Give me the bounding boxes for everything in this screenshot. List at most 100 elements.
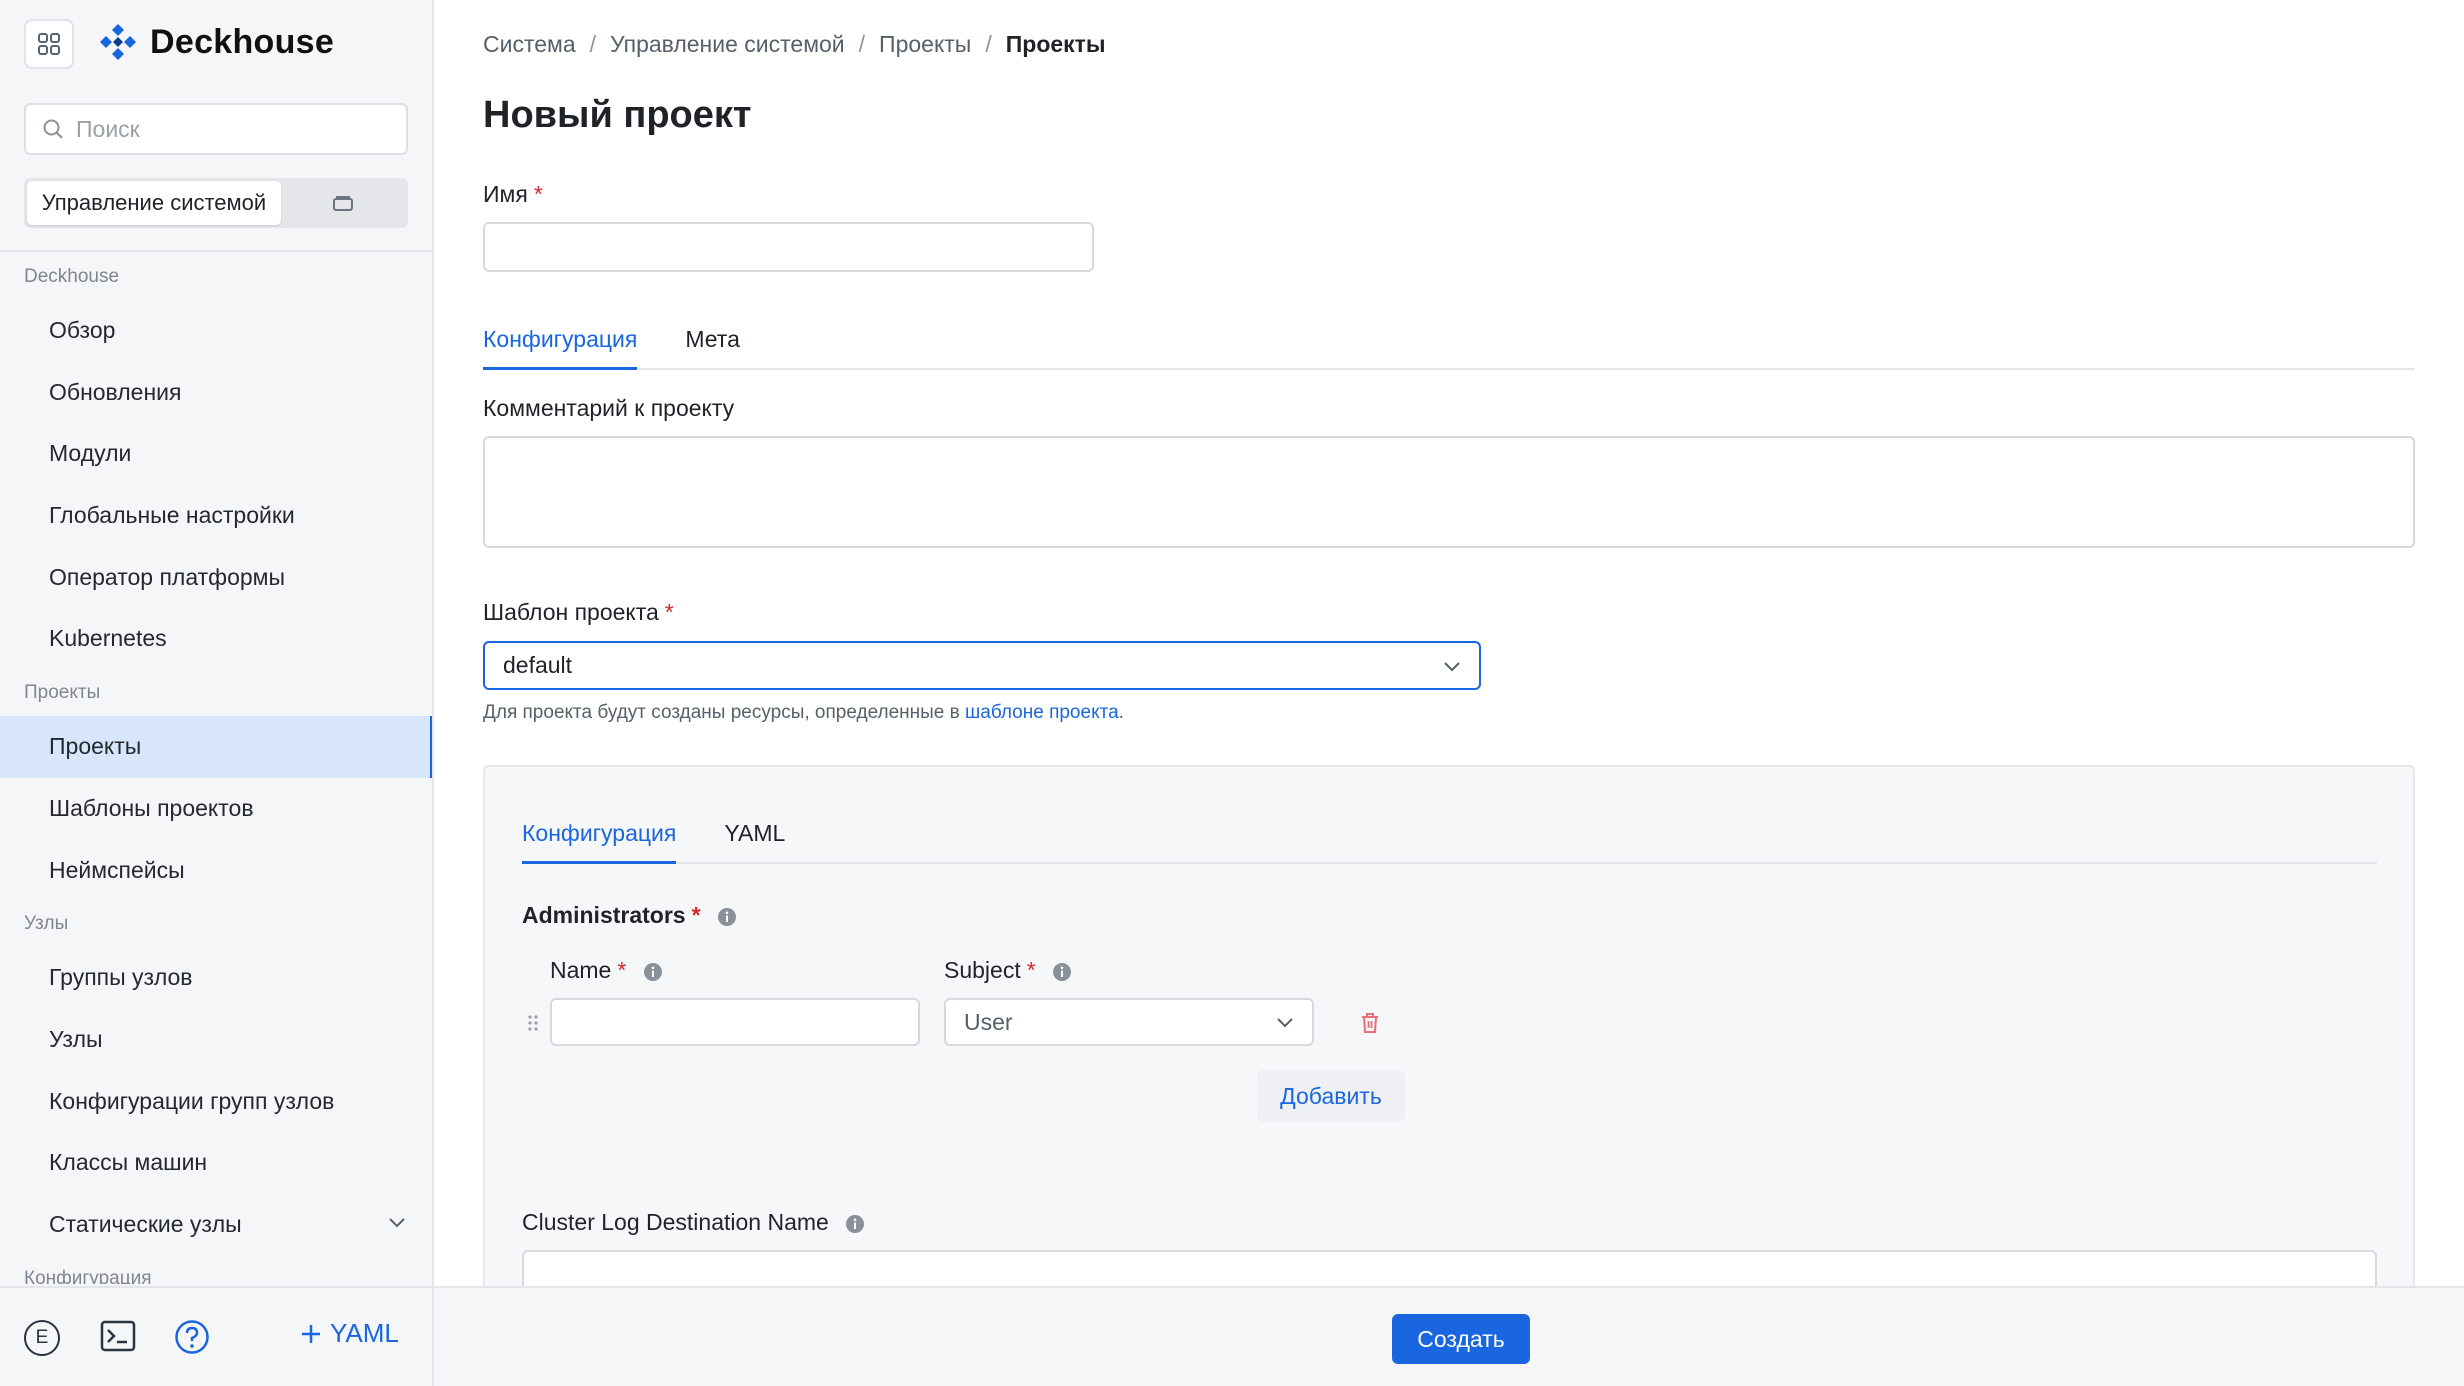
- sidebar-header: Deckhouse Управление системой: [0, 0, 432, 252]
- admin-name-label: Name *: [550, 957, 663, 984]
- breadcrumb-system[interactable]: Система: [483, 31, 576, 58]
- breadcrumb-system-management[interactable]: Управление системой: [610, 31, 845, 58]
- sidebar-item-overview[interactable]: Обзор: [0, 300, 432, 362]
- form-footer: Создать: [434, 1286, 2464, 1386]
- add-yaml-button[interactable]: YAML: [300, 1318, 399, 1349]
- trash-icon[interactable]: [1360, 1012, 1380, 1034]
- sidebar-item-modules[interactable]: Модули: [0, 423, 432, 485]
- sidebar-item-nodes[interactable]: Узлы: [0, 1009, 432, 1071]
- breadcrumb-separator: /: [985, 31, 992, 57]
- grid-icon: [38, 33, 60, 55]
- tab-configuration[interactable]: Конфигурация: [483, 326, 638, 370]
- help-button[interactable]: [174, 1319, 210, 1360]
- template-hint-text: Для проекта будут созданы ресурсы, опред…: [483, 702, 966, 723]
- template-label-text: Шаблон проекта: [483, 599, 659, 625]
- sidebar-item-static-nodes-label: Статические узлы: [49, 1210, 242, 1237]
- nav-section-deckhouse: Deckhouse: [24, 266, 120, 287]
- app-root: Deckhouse Управление системой: [0, 0, 2464, 1386]
- info-icon[interactable]: [717, 907, 737, 927]
- question-icon: [175, 1320, 209, 1354]
- deckhouse-logo-icon: [100, 24, 136, 60]
- breadcrumb-projects[interactable]: Проекты: [879, 31, 971, 58]
- administrators-label: Administrators *: [522, 902, 737, 929]
- chevron-down-icon: [1277, 1018, 1293, 1028]
- name-label: Имя *: [483, 181, 543, 208]
- inner-tab-yaml[interactable]: YAML: [724, 820, 785, 862]
- sidebar-item-global-settings[interactable]: Глобальные настройки: [0, 485, 432, 547]
- template-select-value: default: [503, 652, 573, 678]
- breadcrumb: Система / Управление системой / Проекты …: [483, 31, 1106, 58]
- required-mark: *: [691, 902, 701, 928]
- sidebar-item-projects[interactable]: Проекты: [0, 716, 432, 778]
- folder-icon: [333, 196, 353, 211]
- terminal-button[interactable]: [100, 1320, 136, 1357]
- inner-tab-configuration[interactable]: Конфигурация: [522, 820, 677, 864]
- mode-projects[interactable]: [281, 181, 405, 225]
- app-name: Deckhouse: [150, 22, 335, 61]
- apps-grid-button[interactable]: [24, 19, 74, 69]
- admin-subject-value: User: [964, 1008, 1013, 1035]
- cluster-log-label: Cluster Log Destination Name: [522, 1209, 865, 1236]
- cluster-log-input[interactable]: [522, 1250, 2377, 1286]
- sidebar-item-platform-operator[interactable]: Оператор платформы: [0, 547, 432, 609]
- sidebar-item-updates[interactable]: Обновления: [0, 362, 432, 424]
- required-mark: *: [664, 599, 674, 625]
- admin-subject-label: Subject *: [944, 957, 1072, 984]
- sidebar-item-namespaces[interactable]: Неймспейсы: [0, 840, 432, 902]
- name-field[interactable]: [483, 222, 1094, 272]
- nav-section-projects: Проекты: [24, 682, 101, 704]
- info-icon[interactable]: [1052, 962, 1072, 982]
- sidebar-nav: Deckhouse Обзор Обновления Модули Глобал…: [0, 254, 432, 1284]
- drag-handle-icon[interactable]: [527, 1014, 539, 1032]
- terminal-icon: [100, 1320, 136, 1352]
- info-icon[interactable]: [845, 1214, 865, 1234]
- sidebar-item-static-nodes[interactable]: Статические узлы: [0, 1194, 432, 1256]
- template-hint-end: .: [1118, 702, 1124, 723]
- chevron-down-icon: [1444, 661, 1460, 671]
- search-icon: [43, 119, 63, 139]
- required-mark: *: [533, 181, 543, 207]
- nav-section-configuration: Конфигурация: [24, 1267, 152, 1284]
- required-mark: *: [617, 957, 627, 983]
- breadcrumb-separator: /: [589, 31, 597, 57]
- breadcrumb-separator: /: [858, 31, 866, 57]
- template-hint-link[interactable]: шаблоне проекта: [965, 702, 1119, 723]
- template-select[interactable]: default: [483, 641, 1481, 690]
- template-hint: Для проекта будут созданы ресурсы, опред…: [483, 702, 1124, 724]
- name-label-text: Имя: [483, 181, 528, 207]
- breadcrumb-current: Проекты: [1005, 31, 1106, 57]
- sidebar-search[interactable]: [24, 103, 408, 155]
- main-content: Система / Управление системой / Проекты …: [434, 0, 2464, 1286]
- administrators-label-text: Administrators: [522, 902, 686, 928]
- tab-meta[interactable]: Мета: [685, 326, 740, 368]
- inner-tabs: Конфигурация YAML: [522, 820, 2377, 864]
- admin-name-label-text: Name: [550, 957, 612, 983]
- sidebar-item-machine-classes[interactable]: Классы машин: [0, 1132, 432, 1194]
- deckhouse-logo[interactable]: Deckhouse: [98, 22, 334, 62]
- info-icon[interactable]: [643, 962, 663, 982]
- page-title: Новый проект: [483, 94, 752, 136]
- add-yaml-label: YAML: [330, 1318, 399, 1348]
- required-mark: *: [1026, 957, 1036, 983]
- chevron-down-icon: [389, 1218, 405, 1228]
- plus-icon: [302, 1324, 320, 1343]
- admin-subject-select[interactable]: User: [944, 998, 1314, 1046]
- sidebar-item-node-group-configurations[interactable]: Конфигурации групп узлов: [0, 1071, 432, 1133]
- cluster-log-label-text: Cluster Log Destination Name: [522, 1209, 829, 1235]
- avatar[interactable]: E: [24, 1320, 60, 1356]
- sidebar-item-node-groups[interactable]: Группы узлов: [0, 947, 432, 1009]
- admin-subject-label-text: Subject: [944, 957, 1021, 983]
- comment-textarea[interactable]: [483, 436, 2415, 548]
- form-tabs: Конфигурация Мета: [483, 326, 2415, 370]
- mode-system-management[interactable]: Управление системой: [27, 181, 281, 225]
- sidebar: Deckhouse Управление системой: [0, 0, 434, 1386]
- search-input[interactable]: [76, 115, 376, 143]
- mode-switch: Управление системой: [24, 178, 408, 228]
- template-label: Шаблон проекта *: [483, 599, 674, 626]
- comment-label: Комментарий к проекту: [483, 395, 735, 421]
- admin-name-input[interactable]: [550, 998, 920, 1046]
- create-button[interactable]: Создать: [1392, 1314, 1530, 1364]
- add-administrator-button[interactable]: Добавить: [1257, 1070, 1405, 1122]
- sidebar-item-kubernetes[interactable]: Kubernetes: [0, 608, 432, 670]
- sidebar-item-project-templates[interactable]: Шаблоны проектов: [0, 778, 432, 840]
